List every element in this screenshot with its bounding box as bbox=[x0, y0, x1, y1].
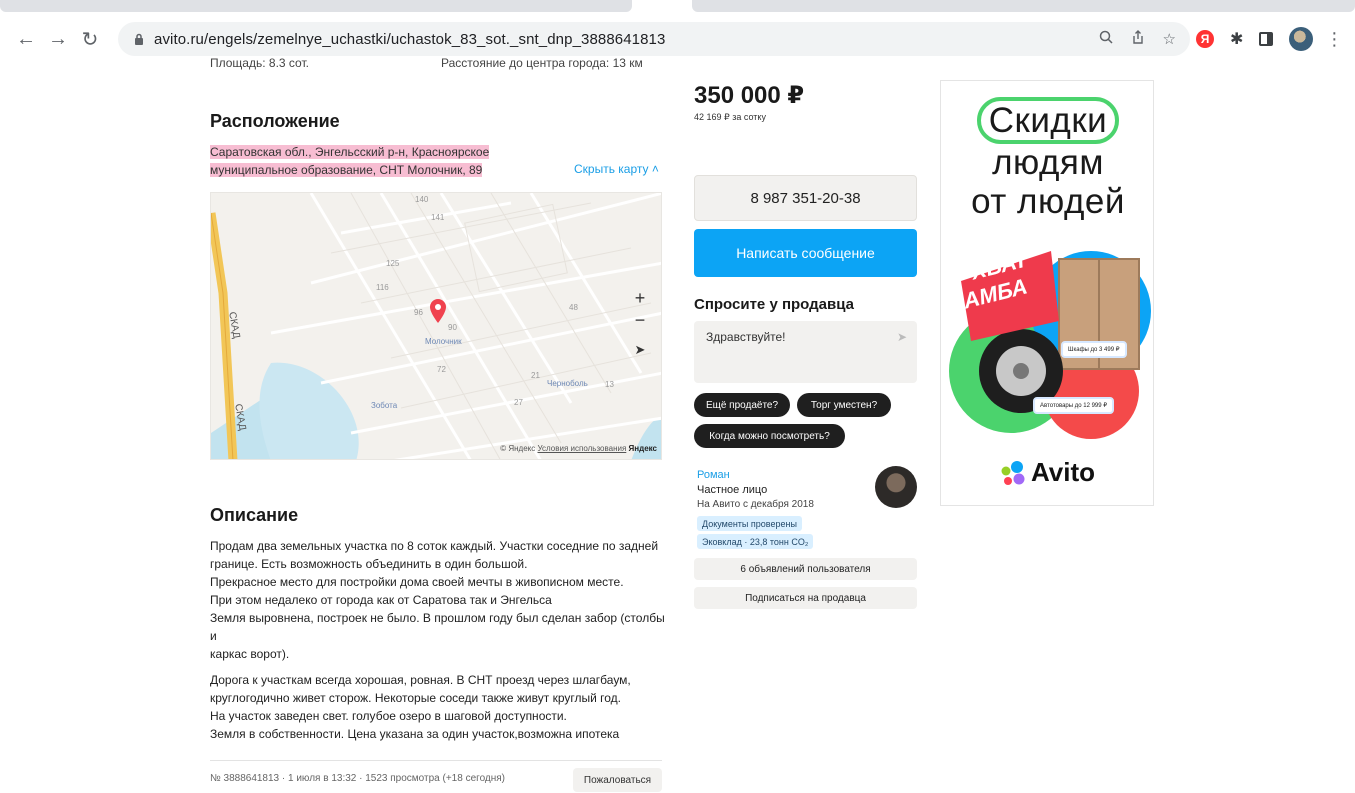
report-button[interactable]: Пожаловаться bbox=[573, 768, 662, 792]
ad-price-tag: Автотовары до 12 999 ₽ bbox=[1033, 397, 1115, 414]
reload-icon[interactable]: ↻ bbox=[74, 23, 106, 55]
side-panel-icon[interactable] bbox=[1259, 32, 1274, 46]
documents-verified-badge[interactable]: Документы проверены bbox=[697, 516, 802, 531]
map-plot-number: 140 bbox=[415, 195, 429, 204]
phone-button[interactable]: 8 987 351-20-38 bbox=[694, 175, 917, 221]
map-plot-number: 13 bbox=[605, 380, 614, 389]
map-plot-number: 21 bbox=[531, 371, 540, 380]
seller-name-link[interactable]: Роман bbox=[697, 469, 730, 481]
address: Саратовская обл., Энгельсский р-н, Красн… bbox=[210, 143, 492, 179]
description-line: На участок заведен свет. голубое озеро в… bbox=[210, 709, 567, 723]
description-line: каркас ворот). bbox=[210, 647, 290, 661]
map-pin-icon[interactable] bbox=[429, 299, 447, 323]
description-line: Дорога к участкам всегда хорошая, ровная… bbox=[210, 673, 631, 687]
description-line: Земля в собственности. Цена указана за о… bbox=[210, 727, 620, 741]
price-per-sotka: 42 169 ₽ за сотку bbox=[694, 112, 766, 122]
profile-avatar[interactable] bbox=[1289, 27, 1314, 51]
avito-dots-icon bbox=[1001, 460, 1025, 485]
map[interactable]: СКАД СКАД Молочник Зобота Черноболь 140 … bbox=[210, 192, 662, 460]
ask-seller-input[interactable]: Здравствуйте! ➤ bbox=[694, 321, 917, 383]
description-line: Прекрасное место для постройки дома свое… bbox=[210, 575, 624, 589]
hide-map-link[interactable]: Скрыть карту ˄ bbox=[574, 162, 659, 176]
area-cut-text: Площадь: 8.3 сот. bbox=[210, 56, 309, 70]
map-canvas bbox=[211, 193, 661, 459]
seller-avatar[interactable] bbox=[875, 466, 917, 508]
zoom-in-button[interactable]: + bbox=[629, 287, 651, 309]
address-line: муниципальное образование, СНТ Молочник,… bbox=[210, 163, 483, 177]
quick-question-chip[interactable]: Когда можно посмотреть? bbox=[694, 424, 845, 448]
share-icon[interactable] bbox=[1131, 29, 1145, 49]
ad-price-tag: Шкафы до 3 499 ₽ bbox=[1061, 341, 1127, 358]
map-place-label: Черноболь bbox=[547, 379, 588, 388]
quick-question-chip[interactable]: Ещё продаёте? bbox=[694, 393, 790, 417]
send-icon[interactable]: ➤ bbox=[897, 330, 907, 344]
description-line: При этом недалеко от города как от Сарат… bbox=[210, 593, 552, 607]
map-plot-number: 141 bbox=[431, 213, 445, 222]
avito-logo-text: Avito bbox=[1031, 457, 1096, 487]
description-text: Продам два земельных участка по 8 соток … bbox=[210, 537, 665, 743]
map-plot-number: 116 bbox=[376, 283, 389, 292]
back-icon[interactable]: ← bbox=[10, 23, 42, 55]
seller-type: Частное лицо bbox=[697, 484, 768, 496]
ask-seller-heading: Спросите у продавца bbox=[694, 296, 854, 313]
description-paragraph: Дорога к участкам всегда хорошая, ровная… bbox=[210, 671, 665, 743]
map-copyright: © Яндекс Условия использования Яндекс bbox=[500, 444, 657, 453]
map-plot-number: 48 bbox=[569, 303, 578, 312]
forward-icon[interactable]: → bbox=[42, 23, 74, 55]
description-line: Продам два земельных участка по 8 соток … bbox=[210, 539, 659, 553]
map-copyright-text: © Яндекс bbox=[500, 444, 536, 453]
map-plot-number: 72 bbox=[437, 365, 446, 374]
distance-cut-text: Расстояние до центра города: 13 км bbox=[441, 56, 643, 70]
description-line: Земля выровнена, построек не было. В про… bbox=[210, 611, 665, 643]
yandex-logo-text: Яндекс bbox=[628, 444, 657, 453]
map-plot-number: 27 bbox=[514, 398, 523, 407]
yandex-extension-icon[interactable]: Я bbox=[1196, 30, 1214, 48]
ad-headline-word: Скидки bbox=[976, 97, 1120, 144]
avito-logo: Avito bbox=[999, 457, 1095, 488]
browser-menu-icon[interactable]: ⋮ bbox=[1325, 29, 1343, 50]
map-plot-number: 90 bbox=[448, 323, 457, 332]
address-bar[interactable]: avito.ru/engels/zemelnye_uchastki/uchast… bbox=[118, 22, 1190, 56]
ad-headline: людям bbox=[992, 143, 1104, 182]
write-message-button[interactable]: Написать сообщение bbox=[694, 229, 917, 277]
map-place-label: Молочник bbox=[425, 337, 462, 346]
description-line: круглогодично живет сторож. Некоторые со… bbox=[210, 691, 621, 705]
seller-listings-button[interactable]: 6 объявлений пользователя bbox=[694, 558, 917, 580]
ad-banner[interactable]: Скидки людям от людей ХВАТ АМБА Шкафы до… bbox=[940, 80, 1154, 506]
browser-tab[interactable] bbox=[692, 0, 1355, 12]
seller-since: На Авито с декабря 2018 bbox=[697, 499, 814, 510]
map-terms-link[interactable]: Условия использования bbox=[538, 444, 627, 453]
listing-meta: № 3888641813 · 1 июля в 13:32 · 1523 про… bbox=[210, 773, 506, 784]
description-heading: Описание bbox=[210, 505, 299, 525]
description-line: границе. Есть возможность объединить в о… bbox=[210, 557, 528, 571]
description-paragraph: Продам два земельных участка по 8 соток … bbox=[210, 537, 665, 663]
geolocation-icon[interactable]: ➤ bbox=[629, 339, 651, 361]
eco-badge[interactable]: Эковклад · 23,8 тонн CO₂ bbox=[697, 534, 814, 549]
zoom-icon[interactable] bbox=[1099, 30, 1113, 48]
map-plot-number: 125 bbox=[386, 259, 400, 268]
subscribe-seller-button[interactable]: Подписаться на продавца bbox=[694, 587, 917, 609]
map-plot-number: 96 bbox=[414, 308, 423, 317]
url-text: avito.ru/engels/zemelnye_uchastki/uchast… bbox=[154, 30, 666, 48]
price: 350 000 ₽ bbox=[694, 82, 805, 109]
extensions-puzzle-icon[interactable]: ✱ bbox=[1230, 29, 1243, 49]
ask-seller-text: Здравствуйте! bbox=[706, 330, 786, 344]
quick-question-chip[interactable]: Торг уместен? bbox=[797, 393, 891, 417]
bookmark-star-icon[interactable]: ☆ bbox=[1163, 30, 1176, 48]
browser-tab[interactable] bbox=[0, 0, 632, 12]
browser-toolbar: ← → ↻ avito.ru/engels/zemelnye_uchastki/… bbox=[0, 16, 1355, 62]
tab-strip bbox=[0, 0, 1355, 16]
address-line: Саратовская обл., Энгельсский р-н, Красн… bbox=[210, 145, 490, 159]
divider bbox=[210, 760, 662, 761]
map-place-label: Зобота bbox=[371, 401, 398, 410]
zoom-out-button[interactable]: − bbox=[629, 309, 651, 331]
ad-headline: Скидки bbox=[941, 97, 1153, 144]
location-heading: Расположение bbox=[210, 111, 340, 131]
lock-icon bbox=[124, 33, 154, 45]
ad-headline: от людей bbox=[971, 182, 1125, 221]
